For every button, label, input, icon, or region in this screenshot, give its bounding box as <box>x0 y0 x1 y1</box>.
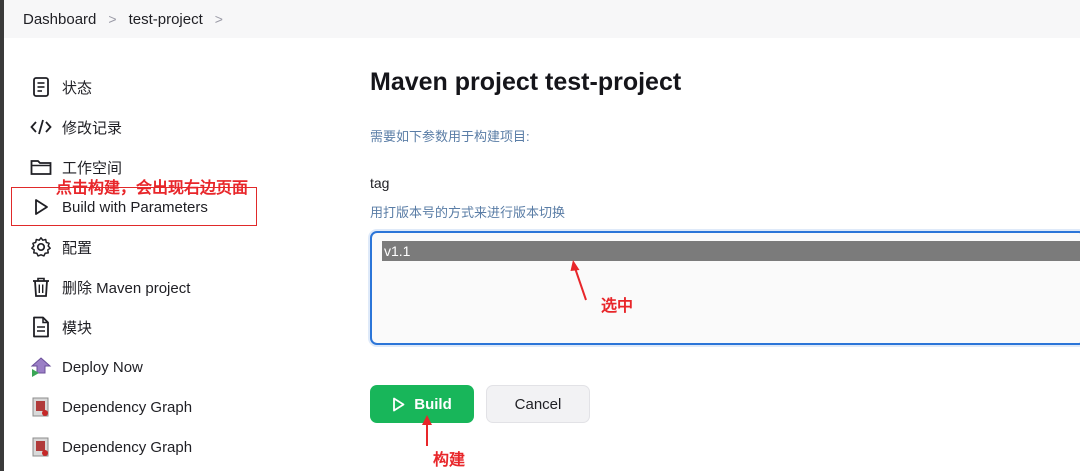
tag-select-list[interactable]: v1.1 <box>370 231 1080 345</box>
document-icon <box>30 76 52 98</box>
sidebar-item-status[interactable]: 状态 <box>30 73 92 101</box>
dependency-graph-icon <box>30 396 52 418</box>
select-option-selected[interactable]: v1.1 <box>382 241 1080 261</box>
sidebar-item-deploy-now[interactable]: Deploy Now <box>30 353 143 381</box>
play-icon <box>393 397 405 411</box>
sidebar-item-dependency-graph[interactable]: Dependency Graph <box>30 393 192 421</box>
annotation-sidebar-note: 点击构建，会出现右边页面 <box>56 180 249 197</box>
sidebar-item-label: Dependency Graph <box>62 438 193 456</box>
trash-icon <box>30 276 52 298</box>
sidebar-item-changes[interactable]: 修改记录 <box>30 113 122 141</box>
sidebar-item-label: 删除 Maven project <box>62 279 191 297</box>
sidebar-item-modules[interactable]: 模块 <box>30 313 92 341</box>
parameter-name: tag <box>370 175 390 191</box>
sidebar-item-label: Dependency Graph <box>62 398 193 416</box>
page-subtitle: 需要如下参数用于构建项目: <box>370 129 530 144</box>
sidebar-item-label: 配置 <box>62 239 93 257</box>
page-title: Maven project test-project <box>370 68 682 96</box>
annotation-build-note: 构建 <box>433 452 466 469</box>
breadcrumb: Dashboard > test-project > <box>4 0 1080 38</box>
sidebar-item-label: 状态 <box>62 79 93 97</box>
parameter-description: 用打版本号的方式来进行版本切换 <box>370 205 566 220</box>
annotation-select-note: 选中 <box>601 298 634 315</box>
annotation-arrow-icon <box>570 260 587 301</box>
breadcrumb-separator[interactable]: > <box>215 11 223 27</box>
dependency-graph-icon <box>30 436 52 458</box>
cancel-button[interactable]: Cancel <box>486 385 590 423</box>
sidebar-item-label: 模块 <box>62 319 93 337</box>
folder-icon <box>30 156 52 178</box>
build-button-label: Build <box>414 395 452 413</box>
gear-icon <box>30 236 52 258</box>
sidebar-item-dependency-graph[interactable]: Dependency Graph <box>30 433 192 461</box>
sidebar-item-label: 修改记录 <box>62 119 123 137</box>
sidebar-item-delete-project[interactable]: 删除 Maven project <box>30 273 190 301</box>
annotation-arrow-icon <box>422 415 432 446</box>
breadcrumb-separator: > <box>108 11 117 27</box>
breadcrumb-dashboard[interactable]: Dashboard <box>23 11 96 28</box>
sidebar-item-configure[interactable]: 配置 <box>30 233 92 261</box>
code-icon <box>30 116 52 138</box>
file-icon <box>30 316 52 338</box>
cancel-button-label: Cancel <box>514 395 562 413</box>
breadcrumb-project[interactable]: test-project <box>129 11 203 28</box>
sidebar-item-label: Deploy Now <box>62 358 143 376</box>
deploy-icon <box>30 356 52 378</box>
